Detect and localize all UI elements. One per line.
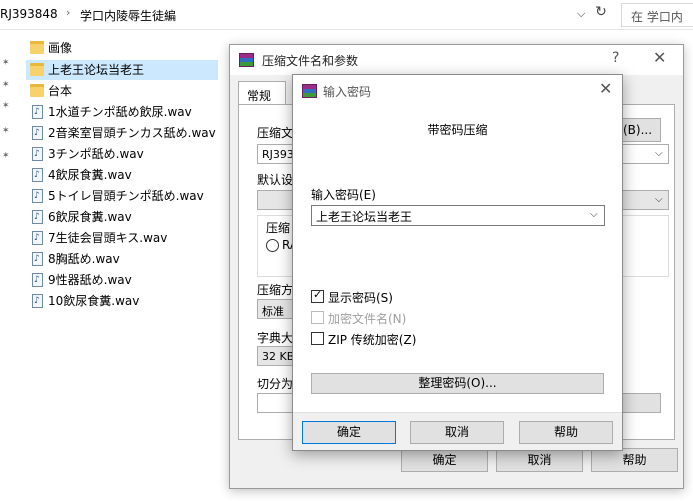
- list-item[interactable]: 5トイレ冒頭チンポ舐め.wav: [26, 186, 218, 206]
- file-name: 5トイレ冒頭チンポ舐め.wav: [48, 189, 204, 203]
- cancel-button[interactable]: 取消: [496, 448, 583, 472]
- password-dialog: 输入密码 ✕ 带密码压缩 输入密码(E) 上老王论坛当老王 ⌵ ✓ 显示密码(S…: [292, 74, 623, 451]
- audio-file-icon: [32, 270, 43, 290]
- folder-icon: [30, 84, 44, 97]
- ok-button[interactable]: 确定: [401, 448, 488, 472]
- password-panel: 带密码压缩 输入密码(E) 上老王论坛当老王 ⌵ ✓ 显示密码(S) 加密文件名…: [293, 105, 622, 413]
- chevron-down-icon[interactable]: ⌵: [590, 209, 598, 220]
- audio-file-icon: [32, 123, 43, 143]
- audio-file-icon: [32, 249, 43, 269]
- method-label: 压缩方: [257, 283, 294, 297]
- file-name: 10飲尿食糞.wav: [48, 294, 140, 308]
- close-icon[interactable]: ✕: [653, 48, 666, 67]
- audio-file-icon: [32, 186, 43, 206]
- refresh-icon[interactable]: ↻: [592, 4, 610, 24]
- pin-icon: ✶: [2, 151, 10, 161]
- list-item[interactable]: 3チンポ舐め.wav: [26, 144, 218, 164]
- radio-rar[interactable]: [266, 239, 279, 252]
- cancel-button[interactable]: 取消: [410, 421, 504, 444]
- audio-file-icon: [32, 207, 43, 227]
- archive-name-value: RJ393: [262, 148, 294, 161]
- method-value: 标准: [262, 305, 284, 318]
- pin-icon: ✶: [2, 58, 10, 68]
- split-label: 切分为: [257, 377, 294, 391]
- password-label: 输入密码(E): [311, 188, 376, 202]
- folder-icon: [30, 63, 44, 76]
- winrar-icon: [239, 53, 254, 67]
- chevron-down-icon[interactable]: ⌵: [655, 194, 663, 205]
- chevron-down-icon[interactable]: ⌵: [655, 148, 663, 159]
- dialog-title: 压缩文件名和参数: [262, 54, 359, 68]
- audio-file-icon: [32, 144, 43, 164]
- encrypt-names-label: 加密文件名(N): [328, 312, 407, 326]
- file-name: 6飲尿食糞.wav: [48, 210, 132, 224]
- help-button[interactable]: 帮助: [519, 421, 613, 444]
- file-name: 上老王论坛当老王: [48, 63, 145, 77]
- dialog-title: 输入密码: [323, 85, 372, 99]
- dictionary-value: 32 KB: [262, 350, 295, 363]
- pin-icon: ✶: [2, 126, 10, 136]
- list-item[interactable]: 7生徒会冒頭キス.wav: [26, 228, 218, 248]
- list-item[interactable]: 9性器舐め.wav: [26, 270, 218, 290]
- zip-legacy-checkbox[interactable]: [311, 332, 324, 345]
- address-bar: RJ393848 › 学口内陵辱生徒編 ⌵ ↻ 在 学口内: [0, 0, 693, 30]
- list-item[interactable]: 4飲尿食糞.wav: [26, 165, 218, 185]
- list-item[interactable]: 画像: [26, 38, 218, 58]
- audio-file-icon: [32, 228, 43, 248]
- list-item[interactable]: 10飲尿食糞.wav: [26, 291, 218, 311]
- default-profile-label: 默认设: [257, 173, 294, 187]
- tab-general[interactable]: 常规: [238, 81, 286, 105]
- show-password-label: 显示密码(S): [328, 291, 393, 305]
- file-name: 1水道チンポ舐め飲尿.wav: [48, 105, 192, 119]
- help-button[interactable]: 帮助: [591, 448, 678, 472]
- search-placeholder: 在 学口内: [631, 10, 683, 24]
- file-name: 8胸舐め.wav: [48, 252, 120, 266]
- file-name: 画像: [48, 41, 73, 55]
- organize-passwords-button[interactable]: 整理密码(O)...: [311, 373, 604, 394]
- format-group-label: 压缩: [266, 221, 291, 235]
- show-password-checkbox[interactable]: ✓: [311, 288, 324, 303]
- file-name: 4飲尿食糞.wav: [48, 168, 132, 182]
- audio-file-icon: [32, 165, 43, 185]
- pin-icon: ✶: [2, 101, 10, 111]
- list-item[interactable]: 1水道チンポ舐め飲尿.wav: [26, 102, 218, 122]
- zip-legacy-label: ZIP 传统加密(Z): [328, 333, 417, 347]
- folder-icon: [30, 41, 44, 54]
- file-name: 9性器舐め.wav: [48, 273, 132, 287]
- dictionary-label: 字典大: [257, 331, 294, 345]
- password-input[interactable]: 上老王论坛当老王 ⌵: [311, 205, 605, 226]
- list-item[interactable]: 8胸舐め.wav: [26, 249, 218, 269]
- close-icon[interactable]: ✕: [599, 79, 612, 98]
- dialog-heading: 带密码压缩: [427, 123, 488, 137]
- list-item[interactable]: 上老王论坛当老王: [26, 60, 218, 80]
- file-name: 3チンポ舐め.wav: [48, 147, 144, 161]
- ok-button[interactable]: 确定: [302, 421, 396, 444]
- file-name: 2音楽室冒頭チンカス舐め.wav: [48, 126, 216, 140]
- dialog-titlebar[interactable]: 压缩文件名和参数 ? ✕: [230, 45, 683, 75]
- list-item[interactable]: 2音楽室冒頭チンカス舐め.wav: [26, 123, 218, 143]
- audio-file-icon: [32, 291, 43, 311]
- help-icon[interactable]: ?: [612, 50, 619, 66]
- list-item[interactable]: 台本: [26, 81, 218, 101]
- file-name: 台本: [48, 84, 73, 98]
- breadcrumb[interactable]: RJ393848 › 学口内陵辱生徒編 ⌵: [0, 3, 594, 27]
- password-value: 上老王论坛当老王: [316, 210, 413, 224]
- pin-icon: ✶: [2, 80, 10, 90]
- chevron-right-icon: ›: [66, 6, 71, 19]
- breadcrumb-segment[interactable]: 学口内陵辱生徒編: [80, 7, 176, 24]
- winrar-icon: [302, 84, 317, 98]
- chevron-down-icon[interactable]: ⌵: [577, 7, 585, 21]
- breadcrumb-segment[interactable]: RJ393848: [0, 7, 58, 21]
- file-name: 7生徒会冒頭キス.wav: [48, 231, 168, 245]
- checkmark-icon: ✓: [313, 288, 323, 301]
- search-input[interactable]: 在 学口内: [621, 3, 693, 27]
- dialog-titlebar[interactable]: 输入密码 ✕: [293, 75, 622, 105]
- audio-file-icon: [32, 102, 43, 122]
- archive-name-label: 压缩文: [257, 126, 294, 140]
- list-item[interactable]: 6飲尿食糞.wav: [26, 207, 218, 227]
- encrypt-names-checkbox: [311, 311, 324, 324]
